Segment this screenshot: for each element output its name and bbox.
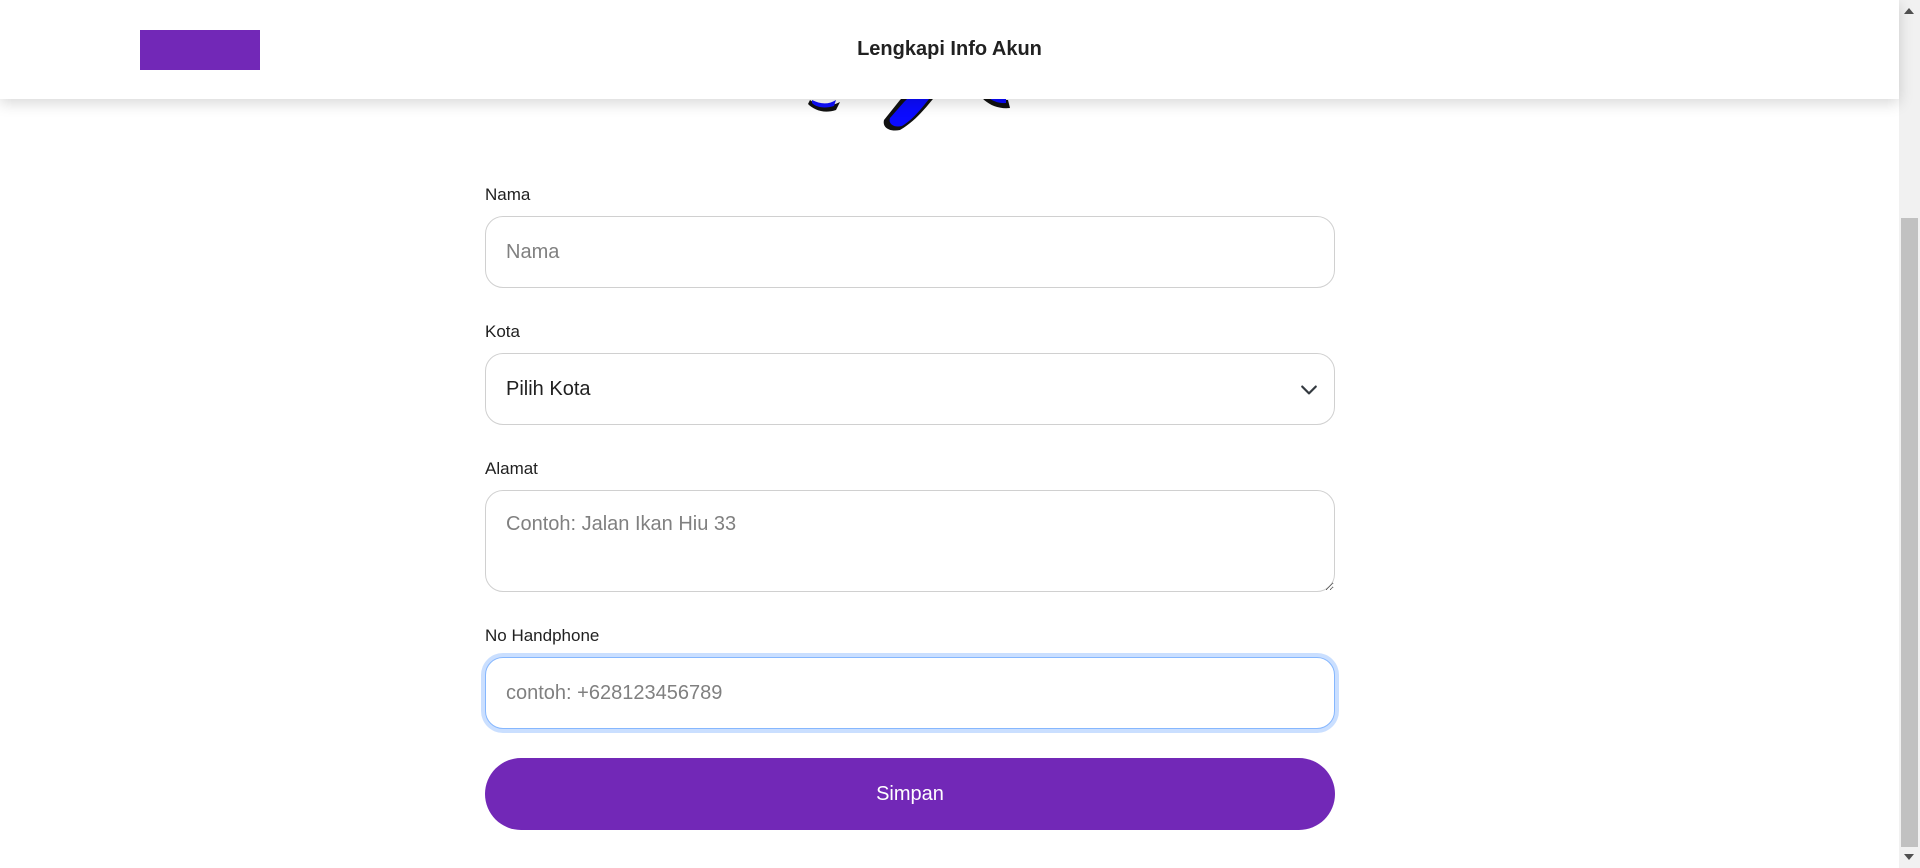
name-label: Nama <box>485 185 531 204</box>
name-field-group: Nama <box>485 185 1335 288</box>
save-button[interactable]: Simpan <box>485 758 1335 830</box>
chevron-down-icon <box>1301 385 1317 395</box>
vertical-scrollbar[interactable] <box>1899 0 1920 868</box>
scroll-up-arrow-icon[interactable] <box>1904 8 1914 14</box>
city-select-value: Pilih Kota <box>506 378 591 400</box>
phone-input[interactable] <box>485 657 1335 729</box>
name-input[interactable] <box>485 216 1335 288</box>
address-field-group: Alamat <box>485 459 1335 592</box>
city-field-group: Kota Pilih Kota <box>485 322 1335 425</box>
page: Lengkapi Info Akun Nama Kota Pilih Kota … <box>0 0 1920 868</box>
account-info-form: Nama Kota Pilih Kota Alamat No Handphone… <box>485 185 1335 830</box>
address-label: Alamat <box>485 459 538 478</box>
top-header: Lengkapi Info Akun <box>0 0 1899 99</box>
city-label: Kota <box>485 322 520 341</box>
scroll-down-arrow-icon[interactable] <box>1904 854 1914 860</box>
phone-field-group: No Handphone <box>485 626 1335 729</box>
phone-label: No Handphone <box>485 626 600 645</box>
city-select[interactable]: Pilih Kota <box>485 353 1335 425</box>
address-textarea[interactable] <box>485 490 1335 592</box>
scrollbar-thumb[interactable] <box>1901 218 1918 847</box>
page-title: Lengkapi Info Akun <box>857 38 1042 60</box>
